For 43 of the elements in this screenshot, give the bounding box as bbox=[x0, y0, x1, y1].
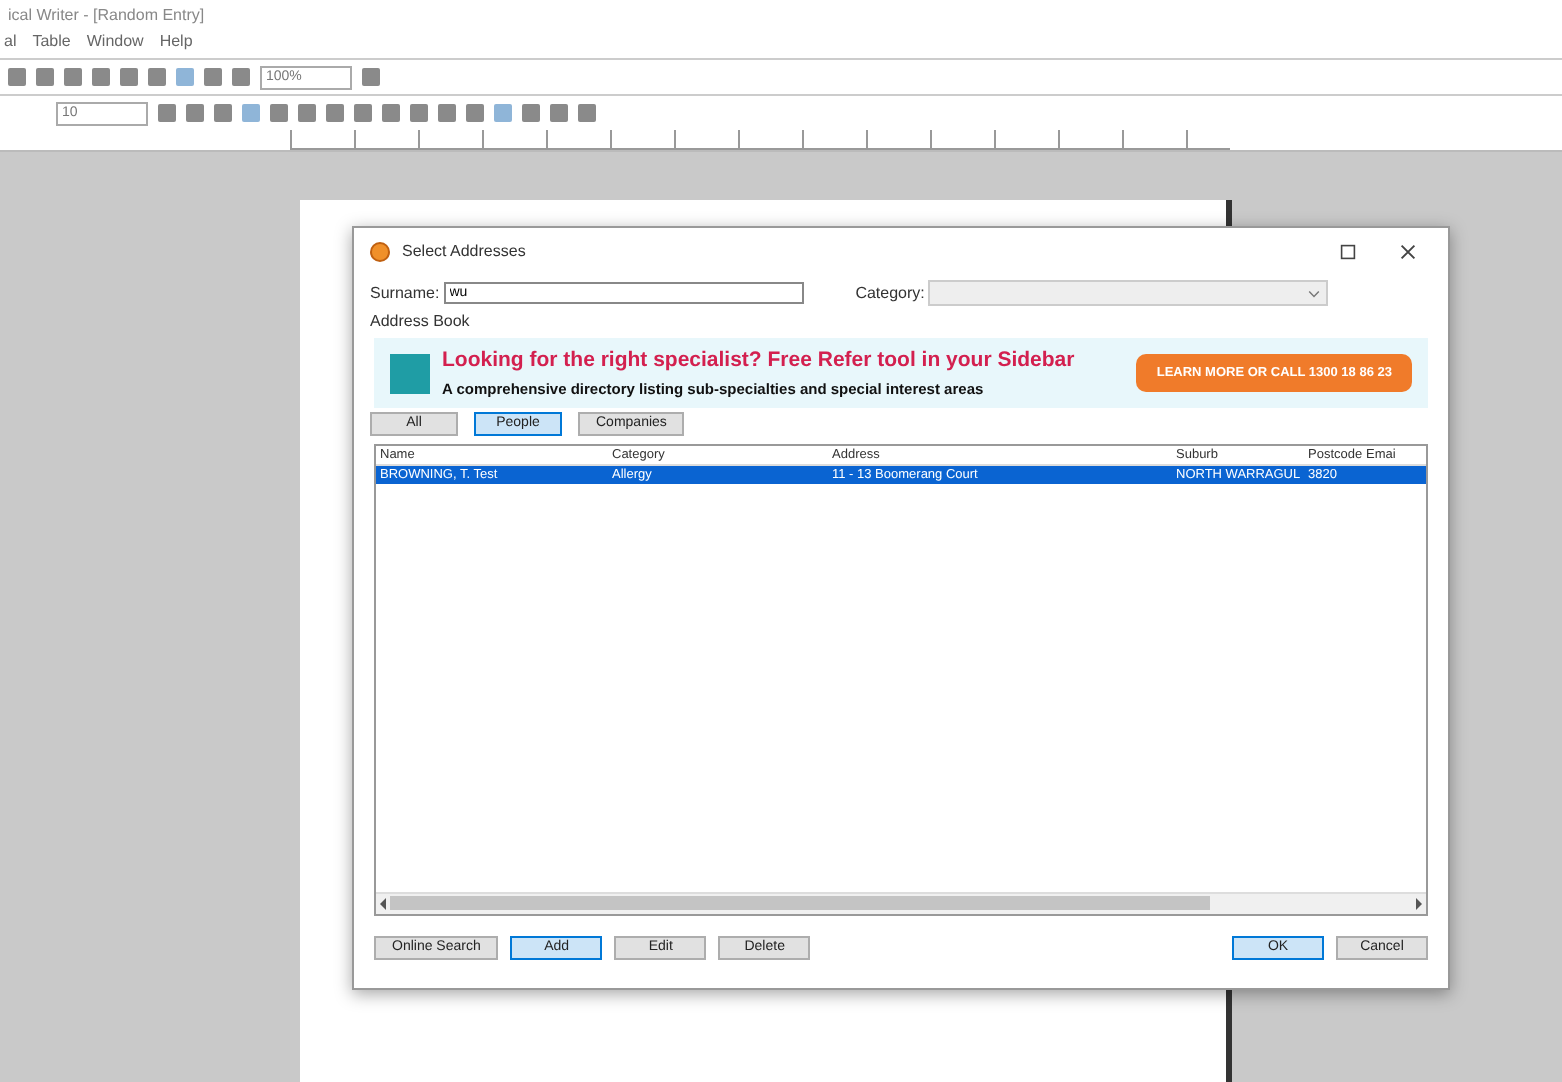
toolbar-square-icon[interactable] bbox=[148, 68, 166, 86]
toolbar-square-icon[interactable] bbox=[36, 68, 54, 86]
format-square-icon[interactable] bbox=[438, 104, 456, 122]
format-square-icon[interactable] bbox=[494, 104, 512, 122]
category-label: Category: bbox=[855, 281, 925, 305]
toolbar-square-icon[interactable] bbox=[232, 68, 250, 86]
dialog-title: Select Addresses bbox=[402, 240, 528, 264]
menu-item[interactable]: Table bbox=[32, 30, 71, 58]
banner-headline: Looking for the right specialist? Free Refer tool in your Sidebar bbox=[442, 346, 1077, 376]
format-square-icon[interactable] bbox=[298, 104, 316, 122]
format-square-icon[interactable] bbox=[270, 104, 288, 122]
toolbar-square-icon[interactable] bbox=[362, 68, 380, 86]
format-square-icon[interactable] bbox=[158, 104, 176, 122]
toolbar-square-icon[interactable] bbox=[8, 68, 26, 86]
window-title: ical Writer - [Random Entry] bbox=[6, 4, 207, 28]
format-square-icon[interactable] bbox=[382, 104, 400, 122]
pen-icon bbox=[390, 353, 430, 393]
format-square-icon[interactable] bbox=[186, 104, 204, 122]
caret-icon bbox=[1308, 287, 1321, 299]
menu-item[interactable]: Window bbox=[86, 30, 144, 58]
toolbar-square-icon[interactable] bbox=[64, 68, 82, 86]
group-label: Address Book bbox=[368, 310, 472, 334]
toolbar-square-icon[interactable] bbox=[204, 68, 222, 86]
surname-label: Surname: bbox=[370, 281, 440, 305]
app-icon bbox=[370, 242, 390, 262]
maximize-icon[interactable] bbox=[1340, 244, 1356, 260]
toolbar-square-icon[interactable] bbox=[176, 68, 194, 86]
menu-item[interactable]: al bbox=[4, 30, 17, 58]
format-square-icon[interactable] bbox=[214, 104, 232, 122]
close-icon[interactable] bbox=[1400, 244, 1416, 260]
format-square-icon[interactable] bbox=[550, 104, 568, 122]
category-dropdown[interactable] bbox=[928, 280, 1329, 306]
format-square-icon[interactable] bbox=[466, 104, 484, 122]
toolbar-square-icon[interactable] bbox=[92, 68, 110, 86]
format-square-icon[interactable] bbox=[410, 104, 428, 122]
toolbar-square-icon[interactable] bbox=[120, 68, 138, 86]
format-square-icon[interactable] bbox=[242, 104, 260, 122]
format-square-icon[interactable] bbox=[578, 104, 596, 122]
format-square-icon[interactable] bbox=[326, 104, 344, 122]
format-square-icon[interactable] bbox=[354, 104, 372, 122]
horizontal-scrollbar[interactable] bbox=[376, 891, 1426, 914]
format-square-icon[interactable] bbox=[522, 104, 540, 122]
menu-item[interactable]: Help bbox=[159, 30, 193, 58]
